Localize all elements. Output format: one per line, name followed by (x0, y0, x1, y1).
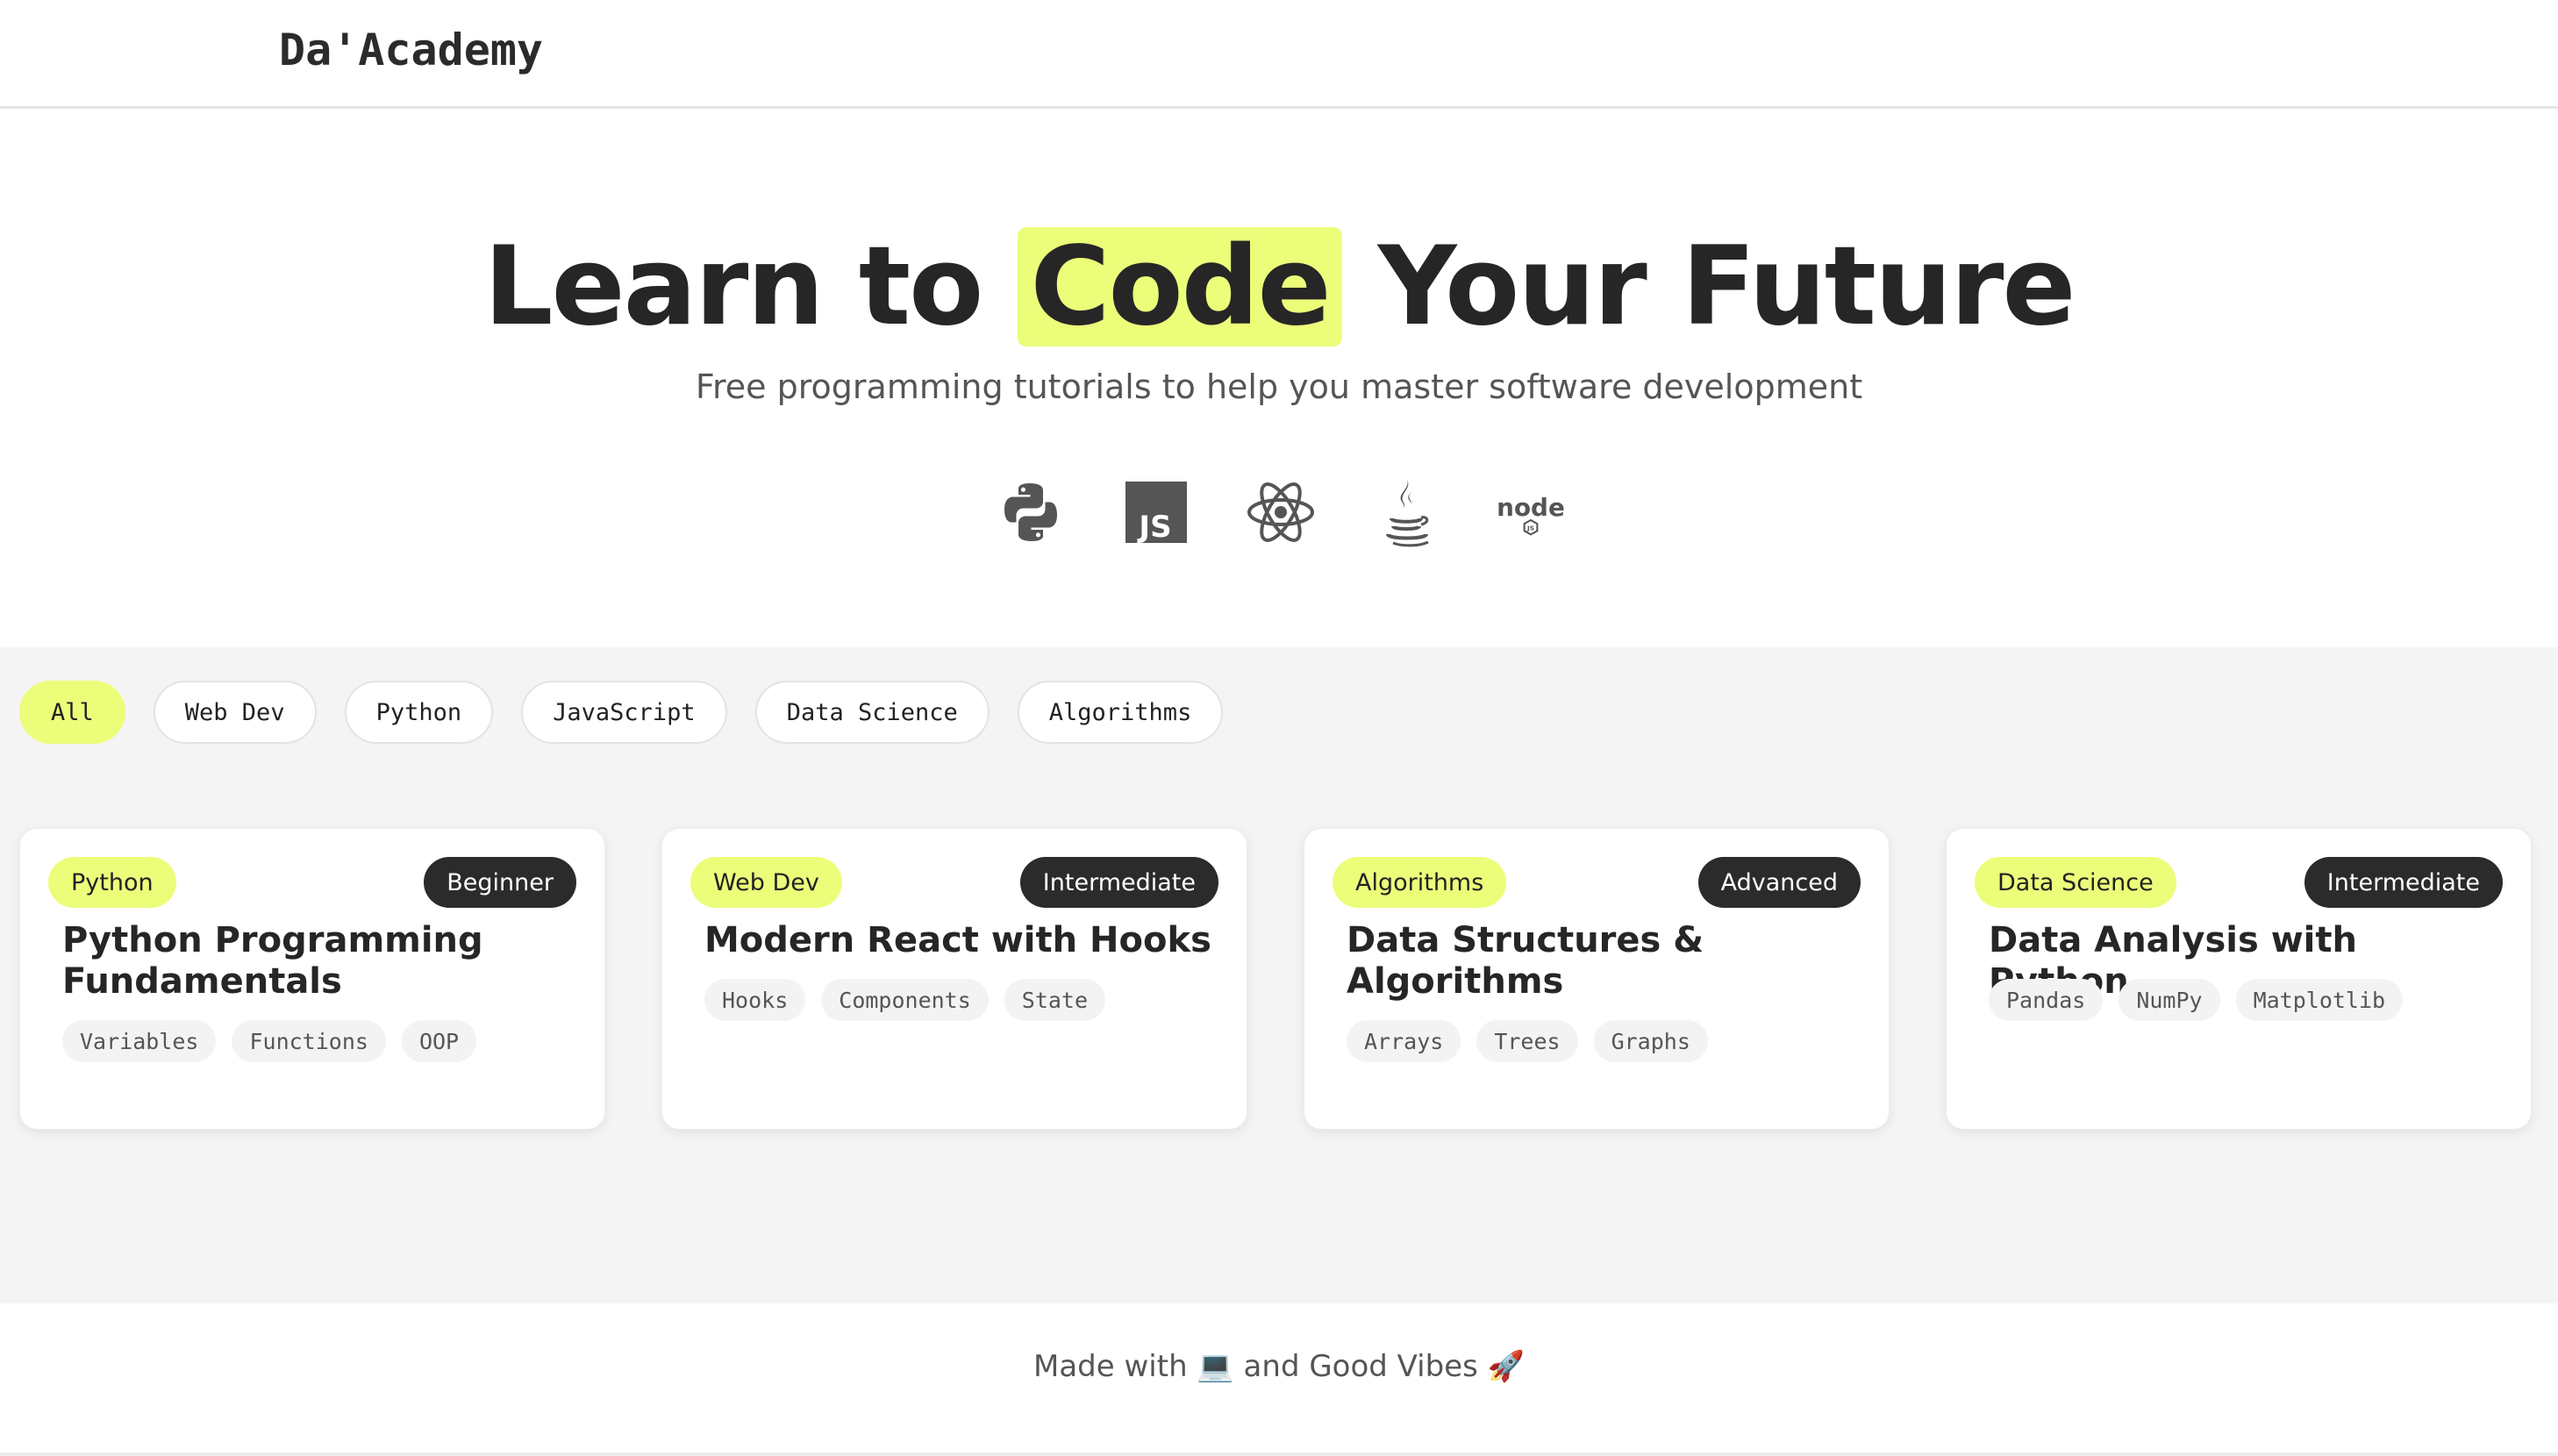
footer-divider (0, 1452, 2558, 1456)
topic-tag: State (1004, 979, 1106, 1021)
site-footer: Made with 💻 and Good Vibes 🚀 (0, 1303, 2558, 1456)
course-cards: Python Beginner Python Programming Funda… (19, 828, 2540, 1130)
level-badge: Intermediate (1019, 857, 1218, 908)
filter-web-dev[interactable]: Web Dev (153, 681, 317, 744)
filter-python[interactable]: Python (344, 681, 494, 744)
filter-all[interactable]: All (19, 681, 125, 744)
level-badge: Beginner (424, 857, 576, 908)
nodejs-icon: node JS (1491, 473, 1570, 552)
topic-tag: Arrays (1347, 1020, 1461, 1062)
topic-tag: NumPy (2119, 979, 2220, 1021)
hero-title-before: Learn to (483, 224, 983, 350)
topic-tag: Graphs (1593, 1020, 1708, 1062)
course-title[interactable]: Python Programming Fundamentals (62, 920, 580, 1003)
javascript-icon: JS (1117, 473, 1196, 552)
topic-tag: Functions (232, 1020, 386, 1062)
svg-text:node: node (1497, 493, 1565, 522)
hero-section: Learn to Code Your Future Free programmi… (0, 109, 2558, 647)
svg-text:JS: JS (1526, 524, 1534, 532)
python-icon (991, 473, 1070, 552)
footer-text: Made with 💻 and Good Vibes 🚀 (1033, 1349, 1525, 1384)
level-badge: Intermediate (2304, 857, 2503, 908)
topic-tag: Trees (1476, 1020, 1578, 1062)
level-badge: Advanced (1697, 857, 1861, 908)
category-badge: Data Science (1975, 857, 2176, 908)
filter-data-science[interactable]: Data Science (754, 681, 990, 744)
course-card[interactable]: Algorithms Advanced Data Structures & Al… (1304, 828, 1890, 1130)
tech-icons-row: JS node JS (991, 464, 1570, 560)
course-card[interactable]: Data Science Intermediate Data Analysis … (1946, 828, 2532, 1130)
svg-text:JS: JS (1137, 510, 1171, 545)
topic-tag: OOP (401, 1020, 477, 1062)
category-badge: Python (48, 857, 176, 908)
filter-javascript[interactable]: JavaScript (521, 681, 727, 744)
category-badge: Web Dev (690, 857, 842, 908)
topic-tag: Pandas (1989, 979, 2104, 1021)
hero-subtitle: Free programming tutorials to help you m… (695, 368, 1863, 406)
course-card[interactable]: Web Dev Intermediate Modern React with H… (661, 828, 1247, 1130)
course-tags: Pandas NumPy Matplotlib (1989, 979, 2404, 1021)
topic-tag: Hooks (704, 979, 806, 1021)
course-title[interactable]: Data Structures & Algorithms (1347, 920, 1864, 1003)
category-badge: Algorithms (1333, 857, 1507, 908)
courses-section: All Web Dev Python JavaScript Data Scien… (0, 647, 2558, 1303)
course-card[interactable]: Python Beginner Python Programming Funda… (19, 828, 605, 1130)
course-tags: Variables Functions OOP (62, 1020, 477, 1062)
filter-algorithms[interactable]: Algorithms (1017, 681, 1224, 744)
topic-tag: Matplotlib (2235, 979, 2404, 1021)
course-title[interactable]: Modern React with Hooks (704, 920, 1222, 961)
course-tags: Hooks Components State (704, 979, 1106, 1021)
course-tags: Arrays Trees Graphs (1347, 1020, 1708, 1062)
hero-title: Learn to Code Your Future (0, 221, 2558, 353)
topic-tag: Components (821, 979, 989, 1021)
category-filters: All Web Dev Python JavaScript Data Scien… (19, 681, 1224, 746)
java-icon (1367, 473, 1446, 552)
react-icon (1241, 473, 1320, 552)
topic-tag: Variables (62, 1020, 217, 1062)
hero-title-highlight: Code (1018, 227, 1342, 346)
hero-title-after: Your Future (1377, 224, 2076, 350)
site-header: Da'Academy (0, 0, 2558, 109)
site-logo[interactable]: Da'Academy (279, 25, 543, 75)
